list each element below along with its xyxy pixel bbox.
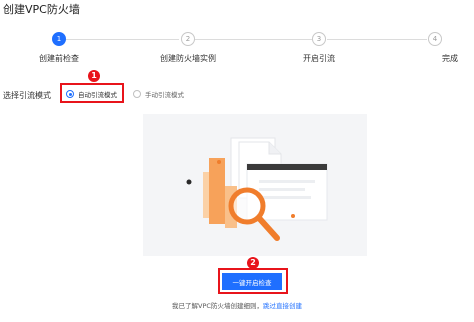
footer-text: 我已了解VPC防火墙创建细则，: [172, 302, 263, 310]
step-3-label: 开启引流: [303, 54, 335, 63]
step-2-circle: 2: [181, 32, 195, 46]
radio-manual-label: 手动引流模式: [145, 91, 184, 99]
magnifier-document-illustration: [186, 137, 328, 241]
step-2-label: 创建防火墙实例: [160, 54, 216, 63]
skip-create-link[interactable]: 跳过直接创建: [263, 302, 302, 310]
radio-unchecked-icon: [133, 90, 141, 98]
radio-manual-mode[interactable]: 手动引流模式: [133, 87, 184, 101]
step-1-label: 创建前检查: [39, 54, 79, 63]
step-connector: [65, 39, 179, 40]
step-1-circle: 1: [52, 32, 66, 46]
step-indicator: 1 2 3 4 创建前检查 创建防火墙实例 开启引流 完成: [0, 0, 474, 70]
step-connector: [195, 39, 312, 40]
step-4-circle: 4: [428, 32, 442, 46]
annotation-badge-1: 1: [88, 70, 100, 82]
annotation-box-2: [218, 268, 288, 294]
step-3-circle: 3: [312, 32, 326, 46]
annotation-box-1: [60, 83, 124, 103]
step-connector: [327, 39, 427, 40]
annotation-badge-2: 2: [247, 257, 259, 269]
check-illustration: [143, 114, 367, 256]
mode-label: 选择引流模式: [3, 91, 51, 100]
footer-note: 我已了解VPC防火墙创建细则，跳过直接创建: [0, 300, 474, 310]
step-4-label: 完成: [442, 54, 458, 63]
